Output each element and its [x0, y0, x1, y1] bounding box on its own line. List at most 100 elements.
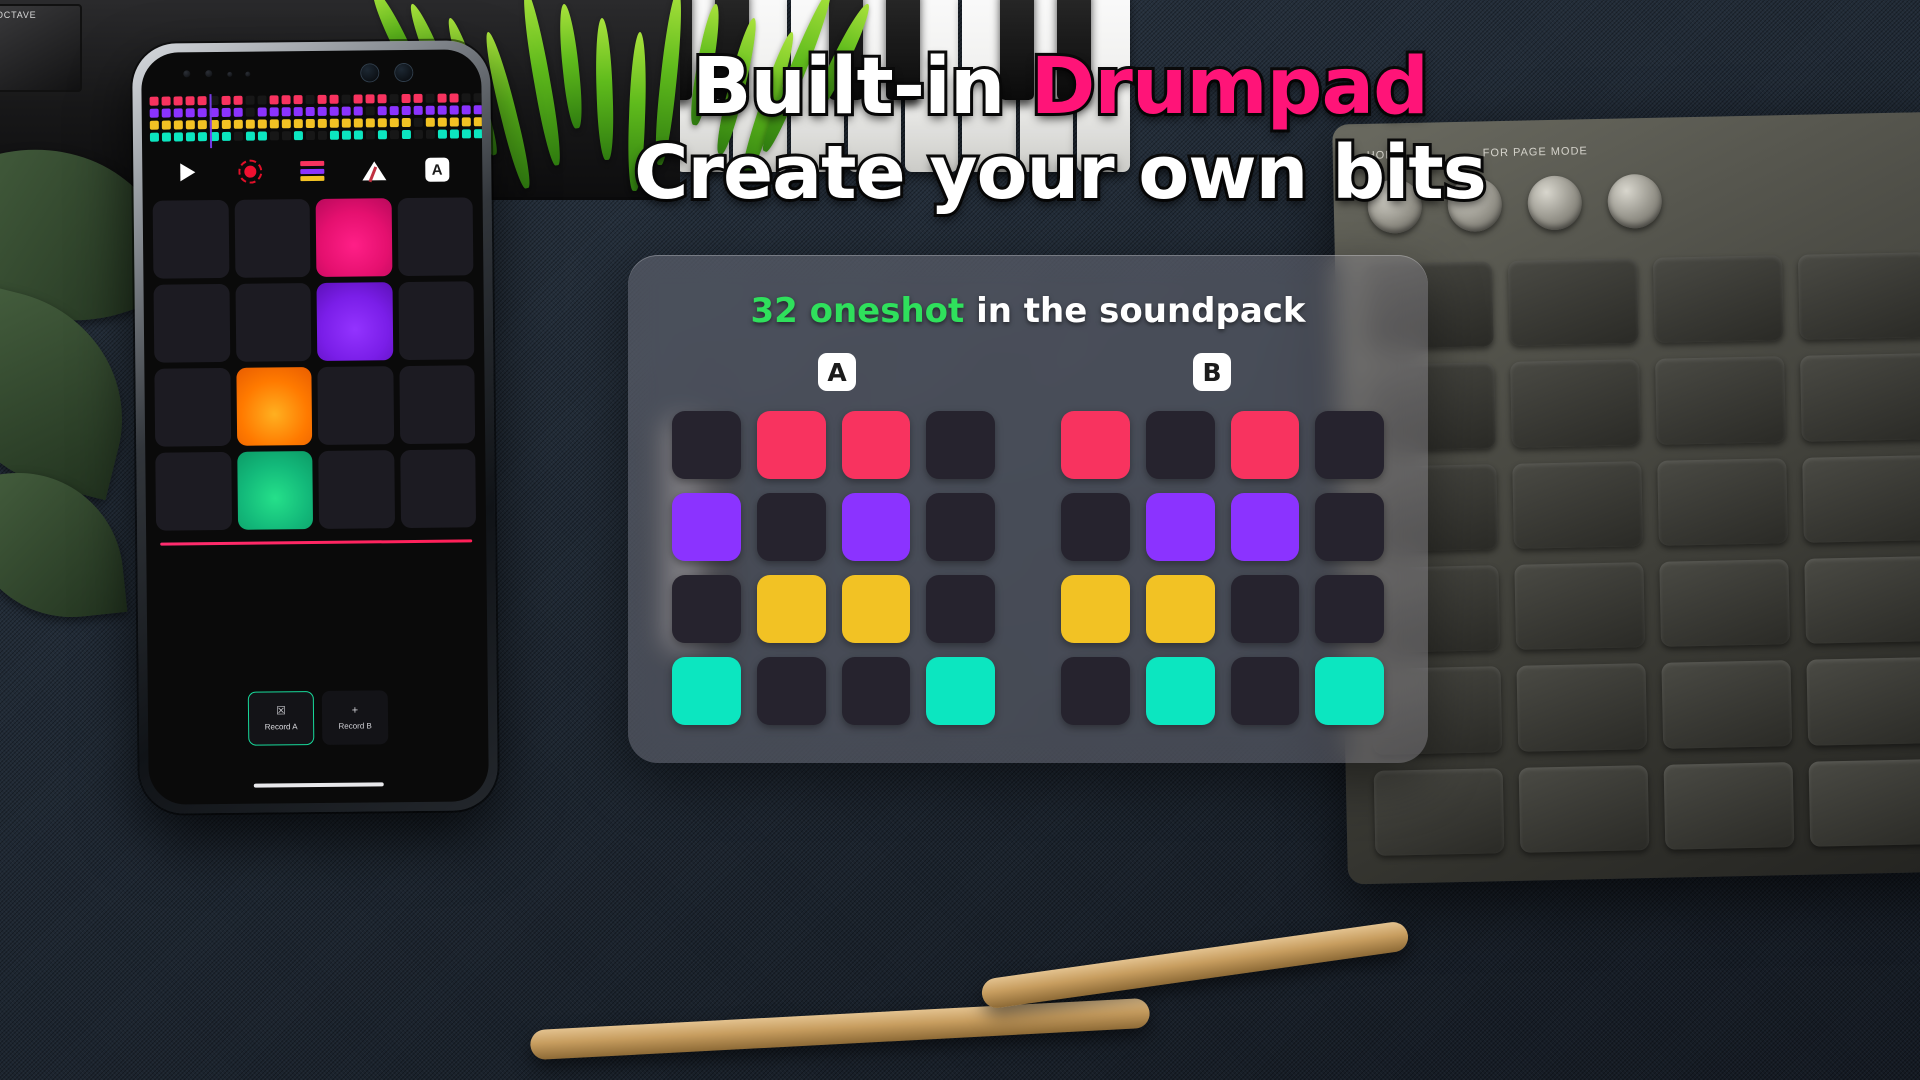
sequencer-step[interactable] — [197, 120, 207, 130]
sequencer-step[interactable] — [353, 118, 363, 128]
sequencer-step[interactable] — [437, 117, 447, 127]
sequencer-step[interactable] — [413, 105, 423, 115]
sequencer-step[interactable] — [293, 131, 303, 141]
overlay-pad-a[interactable] — [756, 575, 826, 643]
overlay-pad-a[interactable] — [841, 493, 911, 561]
sequencer-step[interactable] — [233, 119, 243, 129]
sequencer-step[interactable] — [341, 118, 351, 128]
sequencer-step[interactable] — [365, 94, 375, 104]
bank-a-icon[interactable]: A — [424, 157, 450, 183]
overlay-pad-b[interactable] — [1230, 575, 1300, 643]
sequencer-step[interactable] — [245, 95, 255, 105]
sequencer-step[interactable] — [341, 94, 351, 104]
sequencer-step[interactable] — [461, 105, 471, 115]
sequencer-step[interactable] — [485, 129, 489, 139]
sequencer-step[interactable] — [317, 106, 327, 116]
sequencer-step[interactable] — [317, 130, 327, 140]
record-a-button[interactable]: ☒ Record A — [247, 691, 315, 746]
overlay-pad-b[interactable] — [1145, 493, 1215, 561]
overlay-pad-b[interactable] — [1145, 657, 1215, 725]
sequencer-step[interactable] — [305, 130, 315, 141]
sequencer-step[interactable] — [377, 106, 387, 116]
sequencer-step[interactable] — [401, 93, 411, 104]
sequencer-step[interactable] — [245, 107, 255, 117]
sequencer-step[interactable] — [377, 118, 387, 128]
overlay-pad-a[interactable] — [756, 411, 826, 479]
sequencer-step[interactable] — [401, 117, 411, 128]
overlay-pad-b[interactable] — [1230, 657, 1300, 725]
sequencer-step[interactable] — [269, 95, 279, 105]
sequencer-step[interactable] — [185, 108, 195, 118]
overlay-pad-b[interactable] — [1145, 575, 1215, 643]
sequencer-step[interactable] — [365, 106, 375, 116]
sequencer-step[interactable] — [221, 95, 231, 105]
sequencer-step[interactable] — [425, 105, 435, 115]
sequencer-step[interactable] — [473, 93, 483, 103]
sequencer-step[interactable] — [341, 106, 351, 116]
drumpad-cell[interactable] — [235, 367, 313, 446]
sequencer-step[interactable] — [329, 118, 339, 128]
step-sequencer[interactable] — [141, 89, 489, 151]
sequencer-step[interactable] — [305, 106, 315, 117]
sequencer-step[interactable] — [425, 129, 435, 139]
drumpad-cell[interactable] — [152, 199, 229, 279]
sequencer-step[interactable] — [485, 105, 489, 115]
overlay-pad-a[interactable] — [756, 657, 826, 725]
sequencer-step[interactable] — [317, 118, 327, 128]
drumpad-cell[interactable] — [397, 197, 474, 277]
drumpad-cell[interactable] — [398, 365, 476, 445]
sequencer-step[interactable] — [401, 129, 411, 140]
sequencer-step[interactable] — [413, 93, 423, 103]
sequencer-step[interactable] — [353, 94, 363, 104]
sequencer-step[interactable] — [293, 95, 303, 105]
sequencer-step[interactable] — [425, 93, 435, 103]
record-icon[interactable] — [237, 159, 263, 185]
sequencer-step[interactable] — [245, 131, 255, 141]
sequencer-step[interactable] — [173, 108, 183, 118]
sequencer-step[interactable] — [221, 119, 231, 129]
sequencer-step[interactable] — [185, 96, 195, 106]
drumpad-grid[interactable] — [143, 191, 486, 531]
sequencer-step[interactable] — [449, 105, 459, 115]
sequencer-step[interactable] — [161, 120, 171, 130]
sequencer-step[interactable] — [257, 119, 267, 129]
sequencer-step[interactable] — [149, 108, 159, 118]
sequencer-step[interactable] — [485, 117, 489, 127]
sequencer-step[interactable] — [329, 106, 339, 116]
overlay-pad-a[interactable] — [672, 575, 741, 643]
overlay-pad-a[interactable] — [672, 493, 741, 561]
sequencer-step[interactable] — [293, 107, 303, 117]
overlay-pad-a[interactable] — [926, 575, 995, 643]
bank-a-badge[interactable]: A — [818, 353, 856, 391]
record-buttons-row[interactable]: ☒ Record A + Record B — [148, 689, 489, 747]
mixer-icon[interactable] — [299, 158, 325, 184]
sequencer-step[interactable] — [161, 132, 172, 142]
sequencer-step[interactable] — [173, 96, 183, 106]
sequencer-step[interactable] — [149, 96, 159, 106]
overlay-pad-b[interactable] — [1315, 493, 1384, 561]
overlay-pad-b[interactable] — [1315, 575, 1384, 643]
sequencer-step[interactable] — [437, 93, 447, 103]
drumpad-cell[interactable] — [316, 282, 393, 361]
sequencer-step[interactable] — [341, 130, 351, 140]
sequencer-step[interactable] — [377, 94, 387, 104]
sequencer-step[interactable] — [281, 131, 291, 141]
overlay-pad-a[interactable] — [926, 493, 995, 561]
sequencer-step[interactable] — [305, 118, 315, 129]
sequencer-step[interactable] — [329, 130, 339, 140]
sequencer-step[interactable] — [329, 94, 339, 104]
sequencer-step[interactable] — [389, 94, 399, 104]
sequencer-step[interactable] — [149, 132, 160, 142]
sequencer-step[interactable] — [197, 96, 207, 106]
sequencer-row[interactable] — [149, 129, 489, 142]
drumpad-cell[interactable] — [154, 367, 231, 447]
drumpad-cell[interactable] — [234, 199, 311, 278]
sequencer-step[interactable] — [485, 93, 489, 103]
sequencer-step[interactable] — [461, 129, 471, 139]
sequencer-step[interactable] — [413, 129, 423, 139]
sequencer-step[interactable] — [281, 95, 291, 105]
drumpad-cell[interactable] — [315, 198, 392, 277]
sequencer-step[interactable] — [161, 96, 171, 106]
sequencer-step[interactable] — [437, 129, 447, 139]
sequencer-step[interactable] — [257, 95, 267, 105]
